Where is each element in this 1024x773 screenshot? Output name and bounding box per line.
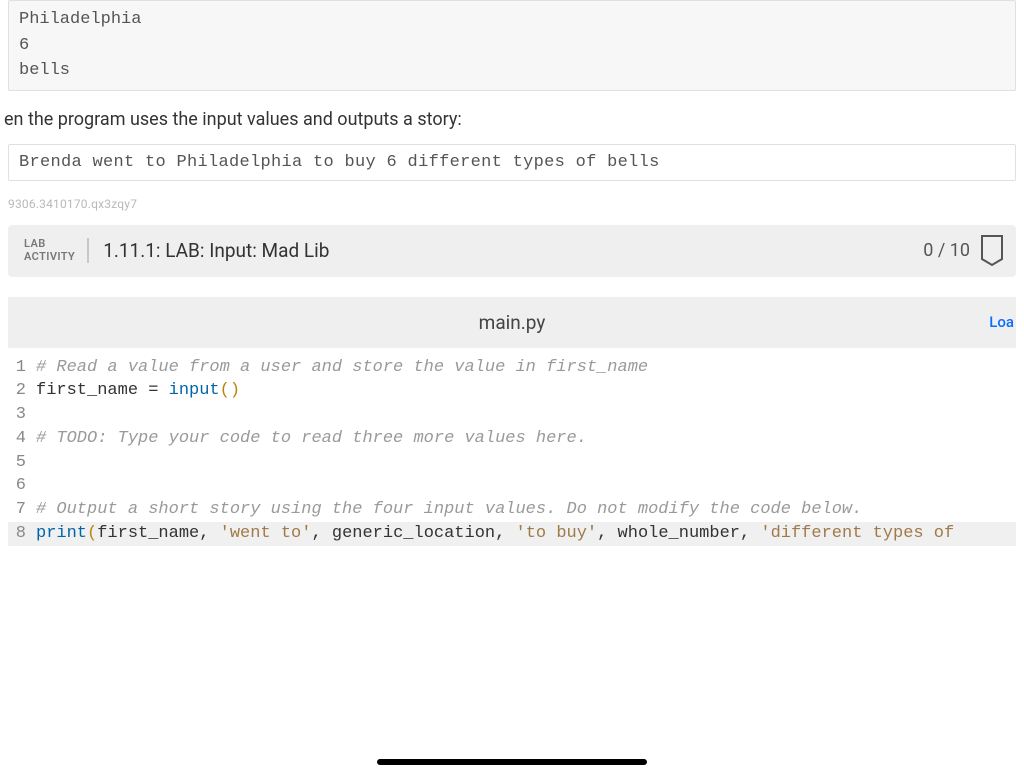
input-line: bells <box>19 58 1005 84</box>
code-line: 5 <box>8 451 1016 475</box>
line-number: 8 <box>8 522 36 546</box>
lab-activity-label: LAB ACTIVITY <box>24 238 89 263</box>
code-editor[interactable]: 1 # Read a value from a user and store t… <box>8 356 1016 546</box>
line-number: 1 <box>8 356 36 380</box>
code-line: 4 # TODO: Type your code to read three m… <box>8 427 1016 451</box>
code-line: 1 # Read a value from a user and store t… <box>8 356 1016 380</box>
home-indicator <box>377 759 647 765</box>
line-number: 3 <box>8 403 36 427</box>
lab-score: 0 / 10 <box>923 240 970 261</box>
code-line: 7 # Output a short story using the four … <box>8 498 1016 522</box>
output-box: Brenda went to Philadelphia to buy 6 dif… <box>8 144 1016 181</box>
code-line: 6 <box>8 474 1016 498</box>
file-name: main.py <box>16 311 1008 334</box>
code-line: 8 print(first_name, 'went to', generic_l… <box>8 522 1016 546</box>
line-number: 4 <box>8 427 36 451</box>
lab-activity-header: LAB ACTIVITY 1.11.1: LAB: Input: Mad Lib… <box>8 225 1016 277</box>
bookmark-icon <box>980 235 1004 267</box>
input-line: 6 <box>19 33 1005 59</box>
line-number: 7 <box>8 498 36 522</box>
code-line: 3 <box>8 403 1016 427</box>
file-tab-bar: main.py Loa <box>8 297 1016 348</box>
input-line: Philadelphia <box>19 7 1005 33</box>
line-number: 2 <box>8 379 36 403</box>
line-number: 6 <box>8 474 36 498</box>
load-template-link[interactable]: Loa <box>989 313 1014 331</box>
prompt-text: en the program uses the input values and… <box>0 109 1024 130</box>
lab-title: 1.11.1: LAB: Input: Mad Lib <box>103 239 923 262</box>
line-number: 5 <box>8 451 36 475</box>
question-id: 9306.3410170.qx3zqy7 <box>8 197 1024 211</box>
input-values-box: Philadelphia 6 bells <box>8 0 1016 91</box>
code-line: 2 first_name = input() <box>8 379 1016 403</box>
